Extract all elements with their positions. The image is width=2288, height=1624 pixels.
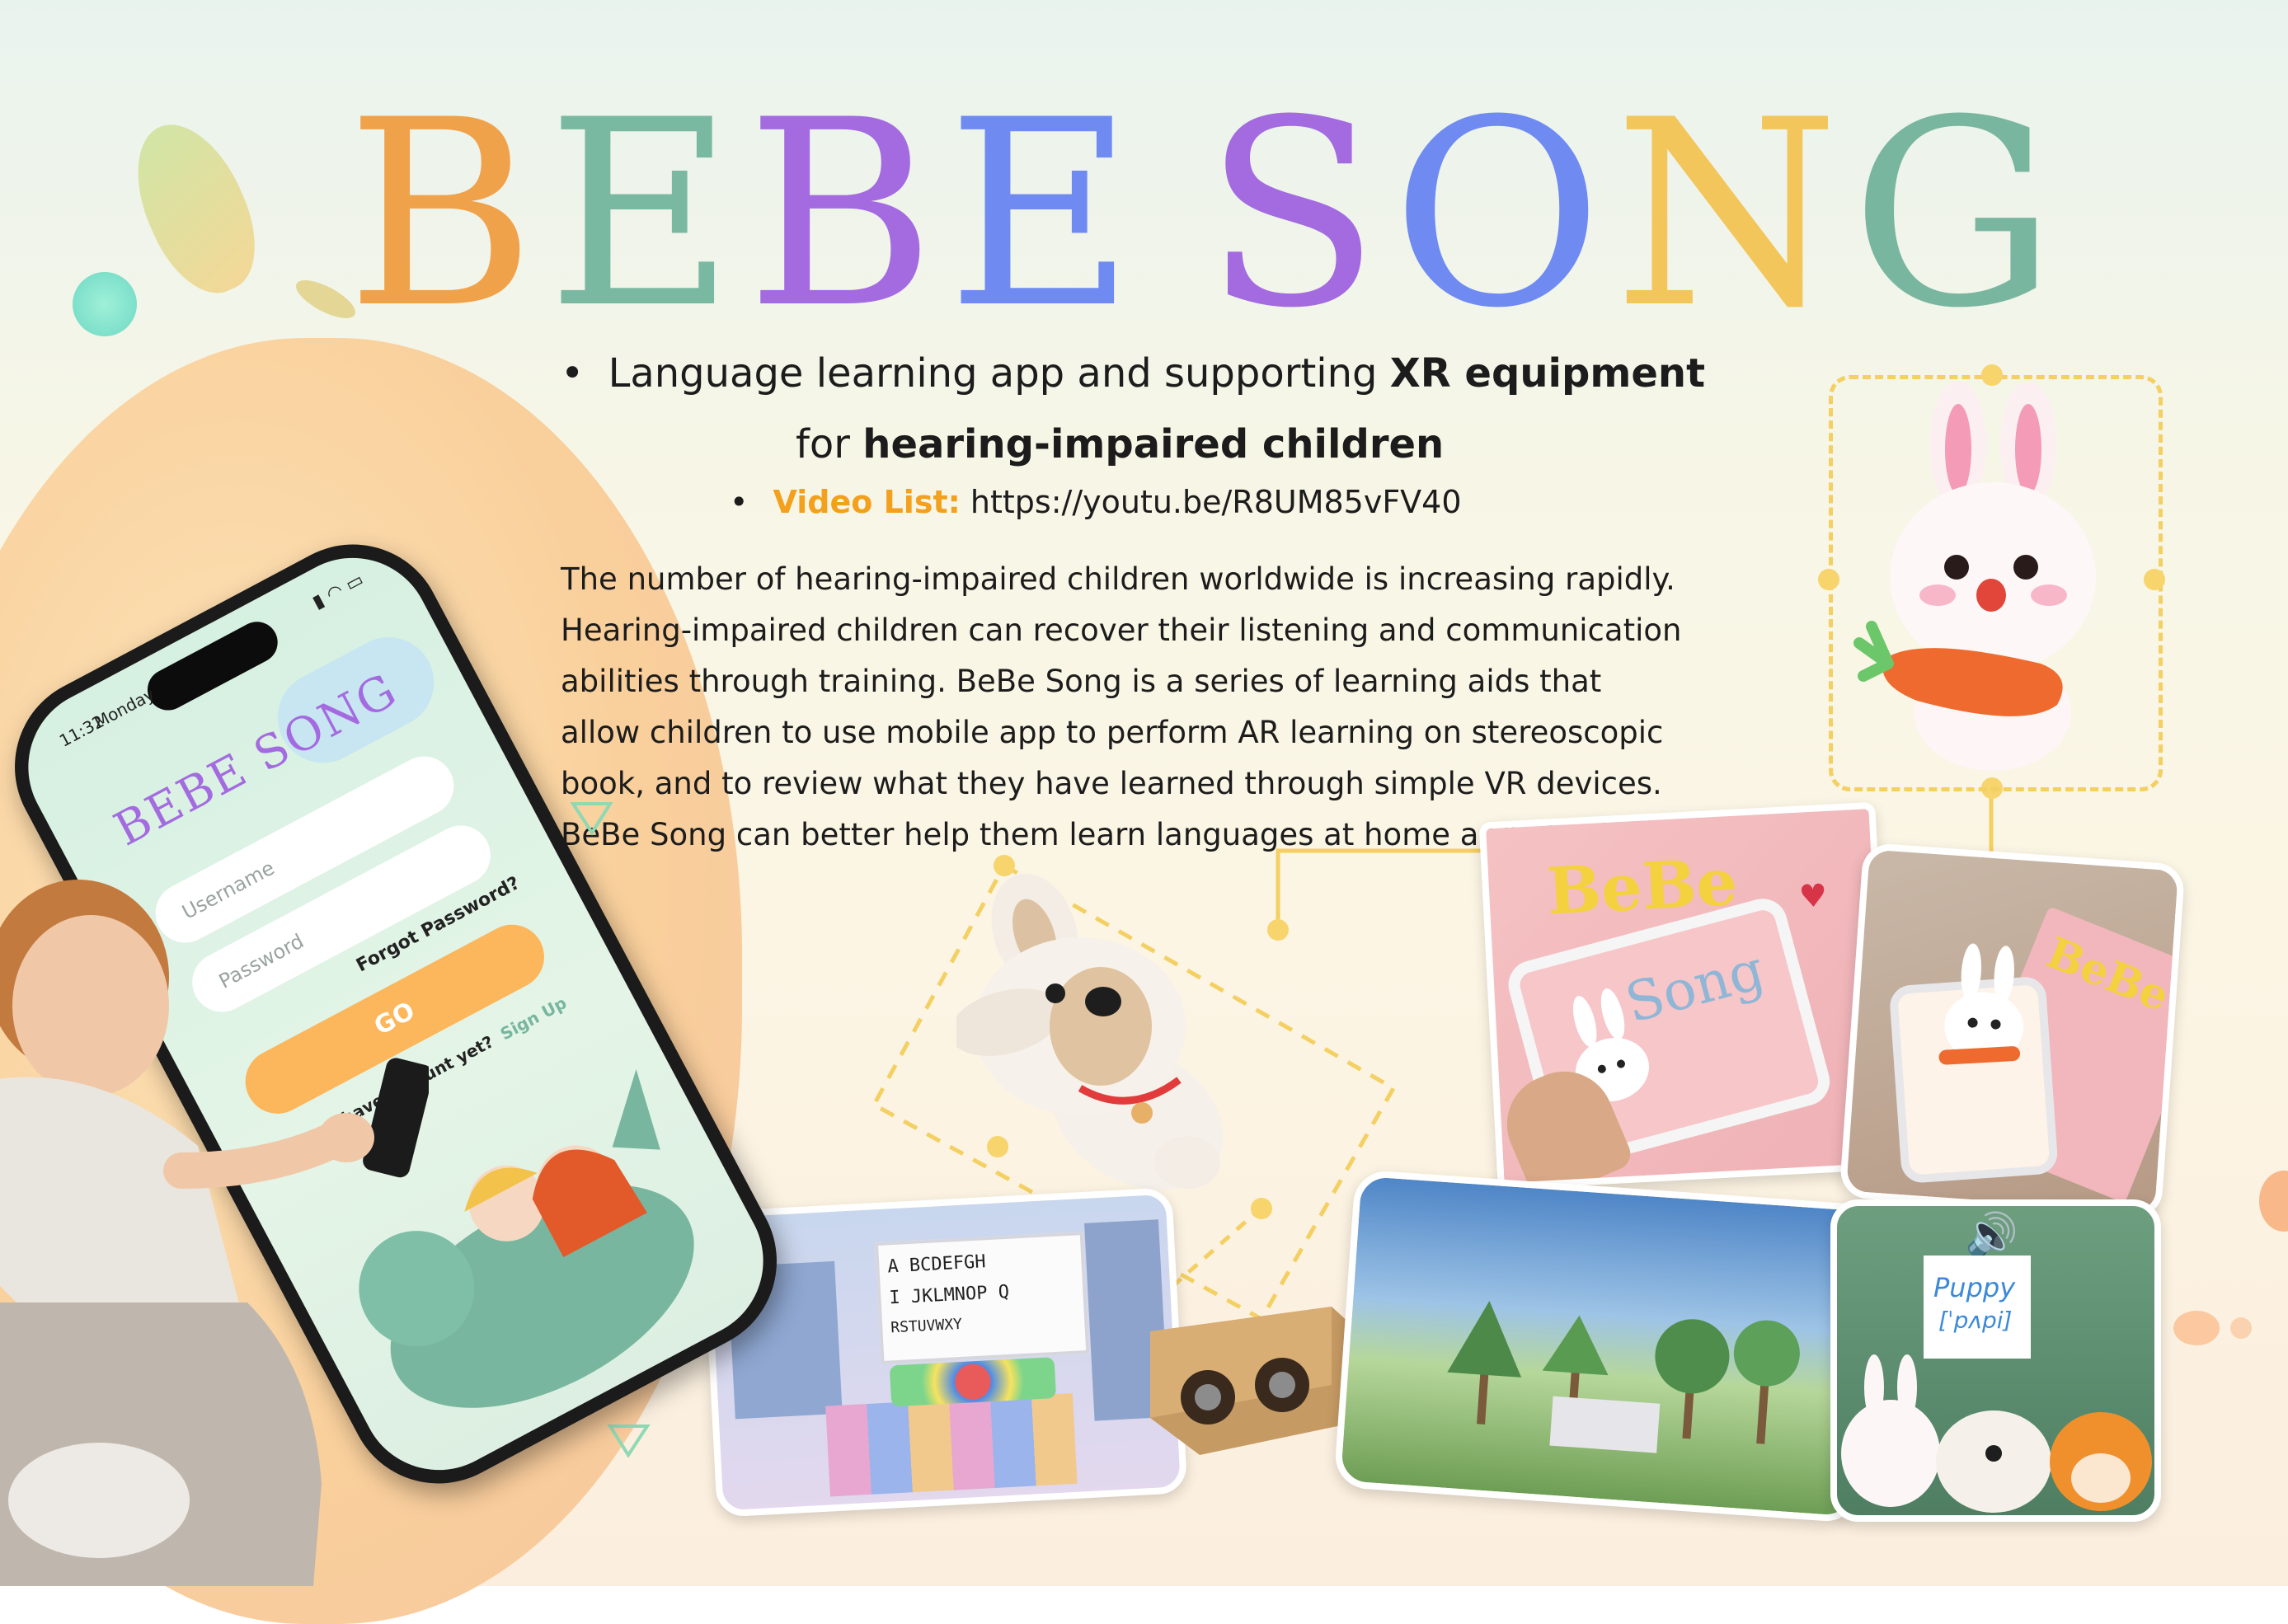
triangle-outline-2 (607, 1425, 651, 1458)
yellow-dot (1267, 919, 1289, 941)
vr-ball-pit (889, 1357, 1057, 1407)
yellow-dot (1818, 569, 1839, 590)
vr-whiteboard: A BCDEFGH I JKLMNOP Q RSTUVWXY (874, 1232, 1090, 1365)
whiteboard-line: I JKLMNOP Q (888, 1281, 1010, 1309)
puppy-flashcard-screenshot: 🔊 Puppy [ˈpʌpi] (1830, 1199, 2161, 1522)
ar-book-title: BeBe (2039, 927, 2177, 1022)
status-day: Monday (91, 683, 158, 733)
yellow-dot (2144, 569, 2165, 590)
vr-classroom-screenshot: A BCDEFGH I JKLMNOP Q RSTUVWXY (701, 1187, 1188, 1518)
puppy-illustration (956, 873, 1224, 1190)
bunny-with-carrot-illustration (1853, 381, 2096, 771)
whiteboard-line: RSTUVWXY (890, 1315, 963, 1337)
flashcard-phonetic: [ˈpʌpi] (1938, 1307, 2013, 1334)
vr-forest-screenshot (1333, 1169, 1879, 1523)
vr-floor-mat (825, 1392, 1078, 1497)
heart-icon: ♥ (1797, 876, 1829, 915)
animal-friends-illustration (1841, 1354, 2152, 1513)
triangle-outline-1 (570, 802, 613, 836)
stereoscopic-book-photo: BeBe Song ♥ (1478, 801, 1895, 1190)
word-card: Puppy [ˈpʌpi] (1924, 1256, 2031, 1359)
child-holding-phone-photo (0, 880, 429, 1586)
signup-link[interactable]: Sign Up (497, 993, 570, 1044)
speaker-icon: 🔊 (1965, 1211, 2018, 1260)
whiteboard-line: A BCDEFGH (886, 1251, 987, 1278)
ar-bunny-icon (1938, 943, 2024, 1065)
flashcard-word: Puppy (1933, 1272, 2016, 1303)
ar-learning-photo: BeBe (1839, 842, 2186, 1220)
forest-trees (1447, 1300, 1800, 1453)
status-icons: ▮ ◠ ▭ (309, 569, 368, 613)
